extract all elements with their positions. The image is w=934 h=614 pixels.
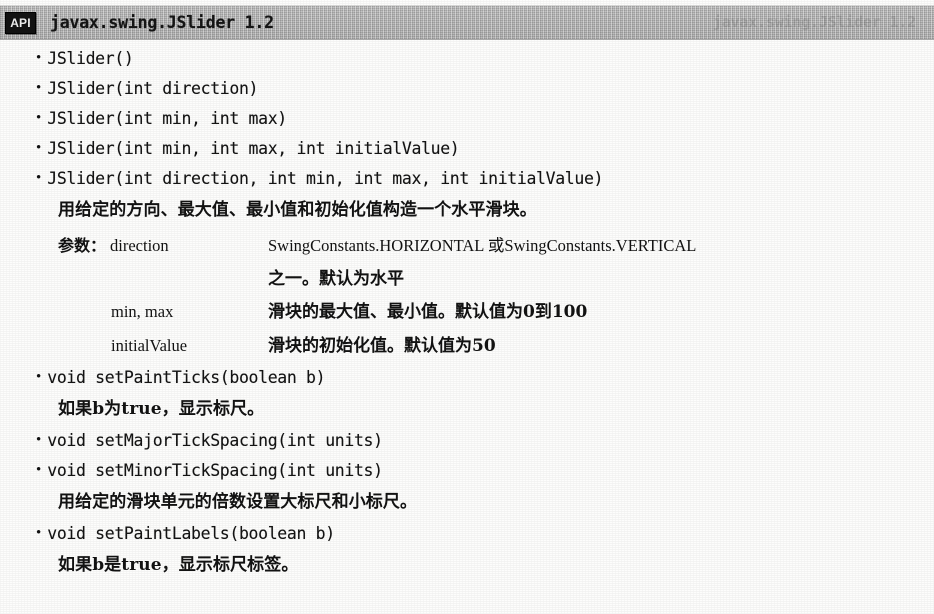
api-entry: • void setPaintTicks(boolean b) 如果b为true… xyxy=(0,363,934,426)
api-description: 用给定的滑块单元的倍数设置大标尺和小标尺。 xyxy=(58,492,418,512)
api-parameter-label: 参数： xyxy=(58,236,107,255)
api-signature: JSlider(int min, int max, int initialVal… xyxy=(47,139,460,158)
bullet-icon: • xyxy=(36,140,42,156)
api-entry: • JSlider(int direction, int min, int ma… xyxy=(0,164,934,363)
api-entry: • JSlider() xyxy=(0,44,934,74)
api-signature-row: • JSlider(int min, int max, int initialV… xyxy=(0,134,934,164)
bullet-icon: • xyxy=(36,80,42,96)
bullet-icon: • xyxy=(36,462,42,478)
api-title-ghost-watermark: javax.swing.JSlider 1.2 xyxy=(712,13,916,31)
api-entry: • JSlider(int min, int max) xyxy=(0,104,934,134)
api-parameter-name-cell: initialValue xyxy=(0,329,268,363)
api-member-list: • JSlider() • JSlider(int direction) • J… xyxy=(0,44,934,582)
api-description: 用给定的方向、最大值、最小值和初始化值构造一个水平滑块。 xyxy=(58,200,537,220)
api-signature: JSlider(int direction, int min, int max,… xyxy=(47,169,604,188)
api-signature: JSlider(int direction) xyxy=(47,79,259,98)
api-entry: • void setMinorTickSpacing(int units) 用给… xyxy=(0,456,934,519)
bullet-icon: • xyxy=(36,369,42,385)
api-badge-icon: API xyxy=(5,11,36,34)
api-signature-row: • JSlider(int direction) xyxy=(0,74,934,104)
api-parameter-name: direction xyxy=(110,236,169,255)
api-signature-row: • JSlider(int direction, int min, int ma… xyxy=(0,164,934,194)
bullet-icon: • xyxy=(36,170,42,186)
api-signature: void setMajorTickSpacing(int units) xyxy=(47,431,383,450)
api-description: 如果b是true，显示标尺标签。 xyxy=(58,555,299,575)
bullet-icon: • xyxy=(36,525,42,541)
api-signature-row: • JSlider() xyxy=(0,44,934,74)
api-class-title: javax.swing.JSlider 1.2 xyxy=(50,13,274,32)
api-entry: • void setPaintLabels(boolean b) 如果b是tru… xyxy=(0,519,934,582)
api-header-bar: API javax.swing.JSlider 1.2 javax.swing.… xyxy=(0,6,934,39)
api-signature: void setPaintLabels(boolean b) xyxy=(47,524,335,543)
scanned-page: API javax.swing.JSlider 1.2 javax.swing.… xyxy=(0,0,934,614)
api-parameter-row: min, max 滑块的最大值、最小值。默认值为0到100 xyxy=(0,295,934,329)
api-parameter-value: 滑块的初始化值。默认值为50 xyxy=(268,336,496,356)
api-parameter-name: min, max xyxy=(111,302,174,321)
api-signature-row: • void setPaintLabels(boolean b) xyxy=(0,519,934,549)
api-signature: JSlider() xyxy=(47,49,134,68)
api-entry: • JSlider(int direction) xyxy=(0,74,934,104)
api-signature: JSlider(int min, int max) xyxy=(47,109,287,128)
api-signature: void setMinorTickSpacing(int units) xyxy=(47,461,383,480)
api-signature-row: • void setMajorTickSpacing(int units) xyxy=(0,426,934,456)
api-parameter-name: initialValue xyxy=(111,336,188,355)
api-parameter-row: initialValue 滑块的初始化值。默认值为50 xyxy=(0,329,934,363)
api-entry: • JSlider(int min, int max, int initialV… xyxy=(0,134,934,164)
api-entry: • void setMajorTickSpacing(int units) xyxy=(0,426,934,456)
api-signature-row: • JSlider(int min, int max) xyxy=(0,104,934,134)
api-parameter-value-continuation: 之一。默认为水平 xyxy=(268,269,404,289)
api-signature: void setPaintTicks(boolean b) xyxy=(47,368,326,387)
api-description: 如果b为true，显示标尺。 xyxy=(58,399,265,419)
api-signature-row: • void setPaintTicks(boolean b) xyxy=(0,363,934,393)
api-signature-row: • void setMinorTickSpacing(int units) xyxy=(0,456,934,486)
api-parameter-value: 滑块的最大值、最小值。默认值为0到100 xyxy=(268,302,588,322)
api-parameter-table: 参数： direction SwingConstants.HORIZONTAL … xyxy=(0,229,934,363)
api-parameter-row: 参数： direction SwingConstants.HORIZONTAL … xyxy=(0,229,934,263)
bullet-icon: • xyxy=(36,50,42,66)
bullet-icon: • xyxy=(36,110,42,126)
api-parameter-name-cell: min, max xyxy=(0,295,268,329)
api-parameter-name-cell: 参数： direction xyxy=(0,229,268,263)
bullet-icon: • xyxy=(36,432,42,448)
api-parameter-value: SwingConstants.HORIZONTAL 或SwingConstant… xyxy=(268,236,697,255)
